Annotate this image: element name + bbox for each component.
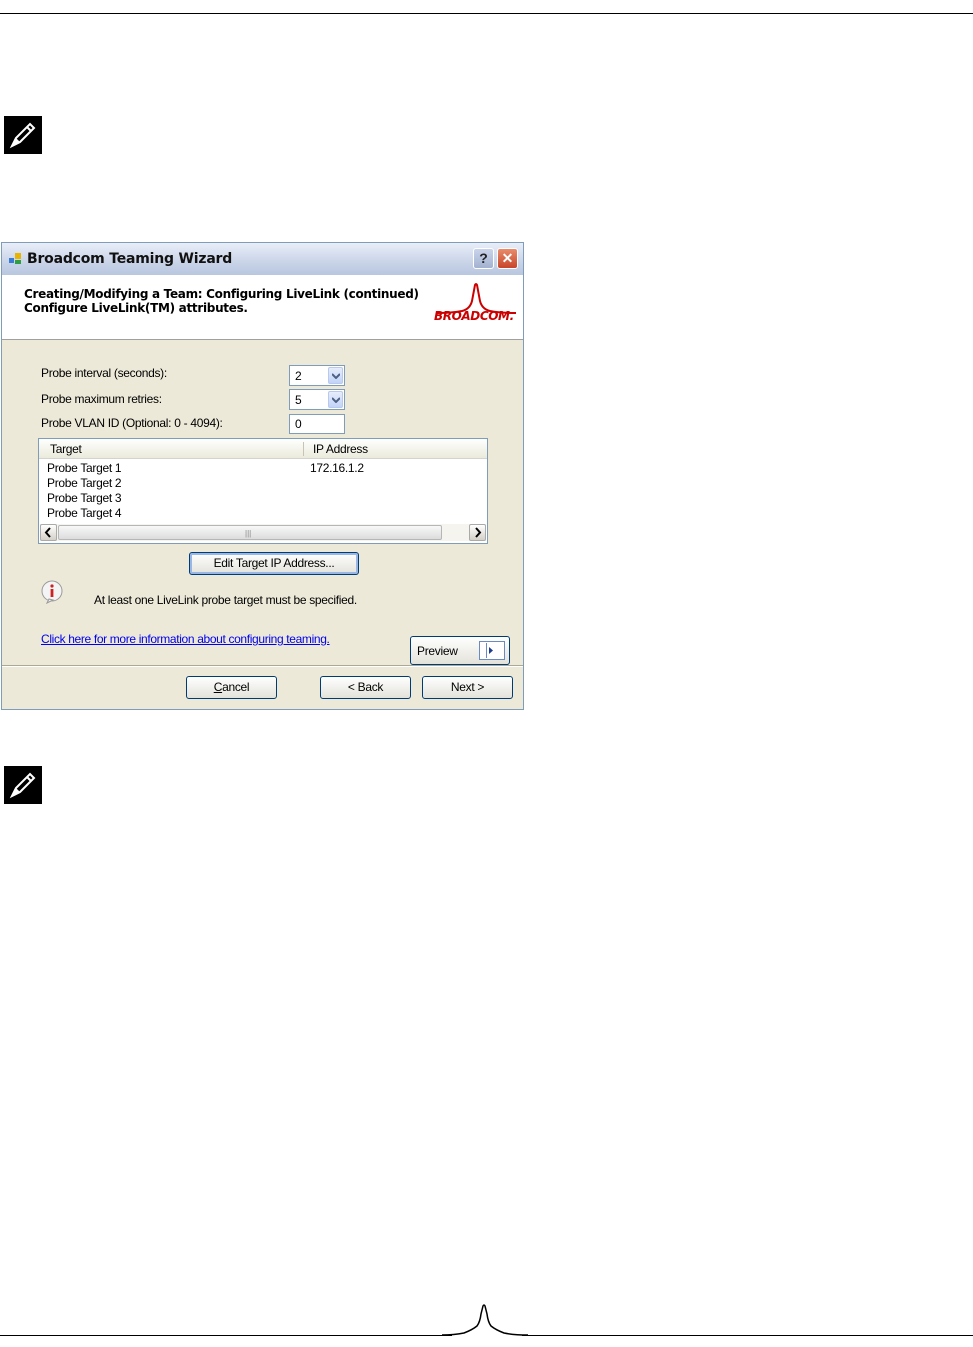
header-title: Creating/Modifying a Team: Configuring L… xyxy=(24,287,419,301)
column-target[interactable]: Target xyxy=(50,442,82,456)
probe-vlan-value: 0 xyxy=(295,417,302,431)
title-bar[interactable]: Broadcom Teaming Wizard ? ✕ xyxy=(2,243,523,276)
probe-retries-select[interactable]: 5 xyxy=(289,389,345,410)
target-cell: Probe Target 4 xyxy=(47,506,122,520)
logo-text: BROADCOM. xyxy=(434,309,514,323)
bottom-rule-right xyxy=(522,1335,973,1336)
target-cell: Probe Target 2 xyxy=(47,476,122,490)
ip-cell: 172.16.1.2 xyxy=(310,461,364,475)
probe-interval-select[interactable]: 2 xyxy=(289,365,345,386)
back-button[interactable]: < Back xyxy=(320,676,411,699)
info-icon xyxy=(41,580,63,604)
horizontal-scrollbar[interactable]: ||| xyxy=(40,524,486,541)
app-icon xyxy=(9,253,21,264)
preview-button[interactable]: Preview xyxy=(410,636,510,665)
edit-target-ip-button[interactable]: Edit Target IP Address... xyxy=(189,552,359,575)
dropdown-arrow-icon[interactable] xyxy=(328,391,343,408)
note-pencil-icon xyxy=(4,116,42,154)
window-title: Broadcom Teaming Wizard xyxy=(27,251,233,267)
footer-separator xyxy=(2,665,523,667)
next-button[interactable]: Next > xyxy=(422,676,513,699)
scrollbar-thumb[interactable]: ||| xyxy=(58,525,442,540)
target-cell: Probe Target 3 xyxy=(47,491,122,505)
grip-icon: ||| xyxy=(245,529,252,538)
preview-icon xyxy=(479,641,505,660)
close-button[interactable]: ✕ xyxy=(497,248,518,269)
probe-retries-label: Probe maximum retries: xyxy=(41,392,162,406)
footer-pulse-icon xyxy=(441,1304,529,1336)
probe-interval-label: Probe interval (seconds): xyxy=(41,366,167,380)
probe-retries-value: 5 xyxy=(295,393,302,407)
column-separator[interactable] xyxy=(303,442,304,456)
list-header: Target IP Address xyxy=(39,439,487,459)
probe-vlan-label: Probe VLAN ID (Optional: 0 - 4094): xyxy=(41,416,223,430)
dropdown-arrow-icon[interactable] xyxy=(328,367,343,384)
teaming-wizard-dialog: Broadcom Teaming Wizard ? ✕ Creating/Mod… xyxy=(1,242,524,710)
header-subtitle: Configure LiveLink(TM) attributes. xyxy=(24,301,248,315)
wizard-header: Creating/Modifying a Team: Configuring L… xyxy=(2,275,523,340)
info-message: At least one LiveLink probe target must … xyxy=(94,593,357,607)
probe-interval-value: 2 xyxy=(295,369,302,383)
broadcom-logo: BROADCOM. xyxy=(432,283,520,331)
probe-vlan-input[interactable]: 0 xyxy=(289,414,345,434)
help-button[interactable]: ? xyxy=(473,248,494,269)
cancel-button[interactable]: Cancel xyxy=(186,676,277,699)
top-rule xyxy=(0,13,973,14)
scroll-right-icon[interactable] xyxy=(469,524,486,541)
preview-label: Preview xyxy=(417,644,458,658)
help-link[interactable]: Click here for more information about co… xyxy=(41,632,330,646)
target-cell: Probe Target 1 xyxy=(47,461,122,475)
probe-target-list[interactable]: Target IP Address Probe Target 1 172.16.… xyxy=(38,438,488,544)
note-pencil-icon xyxy=(4,766,42,804)
column-ip-address[interactable]: IP Address xyxy=(313,442,368,456)
bottom-rule-left xyxy=(0,1335,452,1336)
scroll-left-icon[interactable] xyxy=(40,524,57,541)
